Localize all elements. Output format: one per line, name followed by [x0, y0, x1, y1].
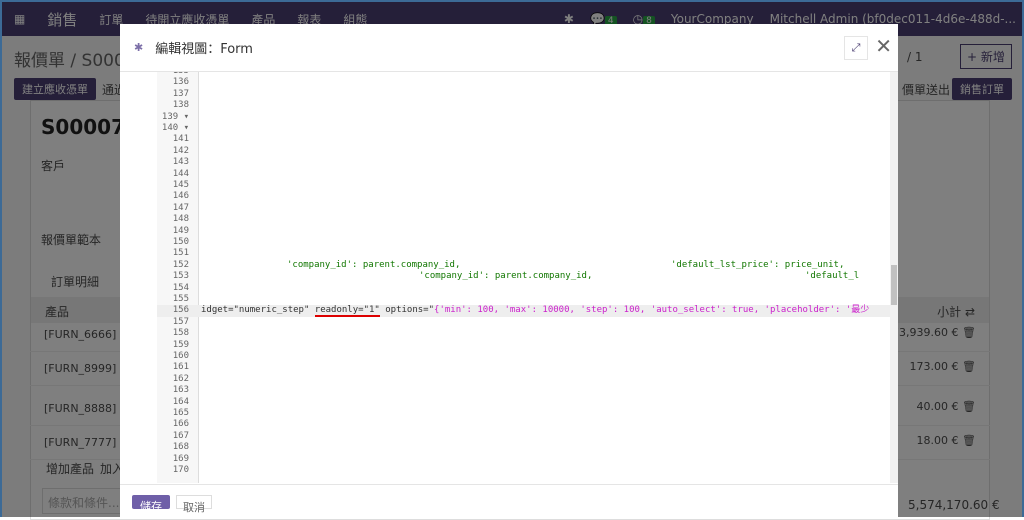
- line-number: 168: [172, 442, 189, 453]
- code-line: 161: [157, 362, 897, 373]
- line-number: 163: [172, 385, 189, 396]
- save-button[interactable]: 儲存: [132, 495, 170, 513]
- dialog-header: ✱ 編輯視圖：Form: [120, 24, 898, 72]
- line-number: 161: [172, 362, 189, 373]
- close-icon[interactable]: ✕: [875, 34, 892, 58]
- line-number: 167: [172, 430, 189, 441]
- line-number: 169: [172, 453, 189, 464]
- expand-icon[interactable]: ⤢: [844, 36, 868, 60]
- code-line: 149: [157, 226, 897, 237]
- line-number: 147: [172, 202, 189, 213]
- code-line: 170: [157, 465, 897, 476]
- code-line: 157: [157, 317, 897, 328]
- bug-icon: ✱: [134, 41, 144, 54]
- line-number: 149: [172, 225, 189, 236]
- code-segment: 'default_lst_price': price_unit,: [671, 259, 845, 270]
- line-number: 139 ▾: [161, 111, 189, 122]
- code-segment: 'default_l: [805, 271, 860, 282]
- code-line: 159: [157, 340, 897, 351]
- line-number: 153: [172, 271, 189, 282]
- code-line: 160: [157, 351, 897, 362]
- code-line: 167: [157, 431, 897, 442]
- code-line: 162: [157, 374, 897, 385]
- line-number: 142: [172, 145, 189, 156]
- code-line: 155: [157, 294, 897, 305]
- dialog-title: 編輯視圖：Form: [155, 42, 253, 57]
- readonly-attribute: readonly="1": [314, 305, 380, 318]
- code-line: 158: [157, 328, 897, 339]
- line-number: 164: [172, 396, 189, 407]
- line-number: 166: [172, 419, 189, 430]
- line-number: 143: [172, 157, 189, 168]
- code-line: 147: [157, 203, 897, 214]
- code-line: 146: [157, 191, 897, 202]
- code-line: 151: [157, 248, 897, 259]
- code-line: 156 idget="numeric_step" readonly="1" opt…: [157, 305, 897, 318]
- code-segment: {'min': 100, 'max': 10000, 'step': 100, …: [434, 305, 870, 316]
- edit-view-dialog: ✱ 編輯視圖：Form ⤢ ✕ 135136137138139 ▾140 ▾14…: [120, 24, 898, 519]
- code-line: 154: [157, 283, 897, 294]
- line-number: 136: [172, 77, 189, 88]
- line-number: 156: [172, 305, 189, 316]
- code-line: 143: [157, 157, 897, 168]
- code-segment: idget="numeric_step": [201, 305, 310, 316]
- line-number: 158: [172, 328, 189, 339]
- line-number: 157: [172, 316, 189, 327]
- line-number: 148: [172, 214, 189, 225]
- code-line: 148: [157, 214, 897, 225]
- discard-button[interactable]: 取消: [176, 495, 212, 514]
- line-number: 144: [172, 168, 189, 179]
- dialog-footer: 儲存 取消: [120, 484, 898, 519]
- code-line: 137: [157, 89, 897, 100]
- code-line: 152 'company_id': parent.company_id, 'defa…: [157, 260, 897, 271]
- code-line: 168: [157, 442, 897, 453]
- code-segment: options=": [385, 305, 435, 316]
- code-line: 139 ▾: [157, 112, 897, 123]
- code-line: 163: [157, 385, 897, 396]
- line-number: 154: [172, 282, 189, 293]
- editor-scrollbar[interactable]: [890, 72, 898, 483]
- code-editor[interactable]: 135136137138139 ▾140 ▾141142143144145146…: [157, 72, 898, 483]
- code-segment: 'company_id': parent.company_id,: [287, 259, 461, 270]
- line-number: 170: [172, 465, 189, 475]
- code-line: 145: [157, 180, 897, 191]
- code-line: 165: [157, 408, 897, 419]
- line-number: 162: [172, 373, 189, 384]
- code-line: 153 'company_id': parent.company_id, 'defa…: [157, 271, 897, 282]
- line-number: 137: [172, 88, 189, 99]
- code-segment: 'company_id': parent.company_id,: [419, 271, 593, 282]
- line-number: 150: [172, 237, 189, 247]
- code-text: idget="numeric_step" readonly="1" option…: [201, 305, 870, 318]
- line-number: 155: [172, 294, 189, 304]
- code-line: 138: [157, 100, 897, 111]
- code-line: 144: [157, 169, 897, 180]
- code-line: 136: [157, 77, 897, 88]
- line-number: 151: [172, 248, 189, 259]
- line-number: 160: [172, 351, 189, 361]
- line-number: 140 ▾: [161, 123, 189, 133]
- line-number: 138: [172, 100, 189, 111]
- code-line: 142: [157, 146, 897, 157]
- line-number: 141: [172, 134, 189, 145]
- code-line: 140 ▾: [157, 123, 897, 134]
- line-number: 152: [172, 259, 189, 270]
- code-line: 169: [157, 454, 897, 465]
- line-number: 165: [172, 408, 189, 418]
- code-line: 166: [157, 419, 897, 430]
- scrollbar-thumb[interactable]: [891, 265, 897, 305]
- line-number: 159: [172, 339, 189, 350]
- code-line: 150: [157, 237, 897, 248]
- line-number: 145: [172, 180, 189, 190]
- code-line: 164: [157, 397, 897, 408]
- code-line: 141: [157, 134, 897, 145]
- line-number: 146: [172, 191, 189, 202]
